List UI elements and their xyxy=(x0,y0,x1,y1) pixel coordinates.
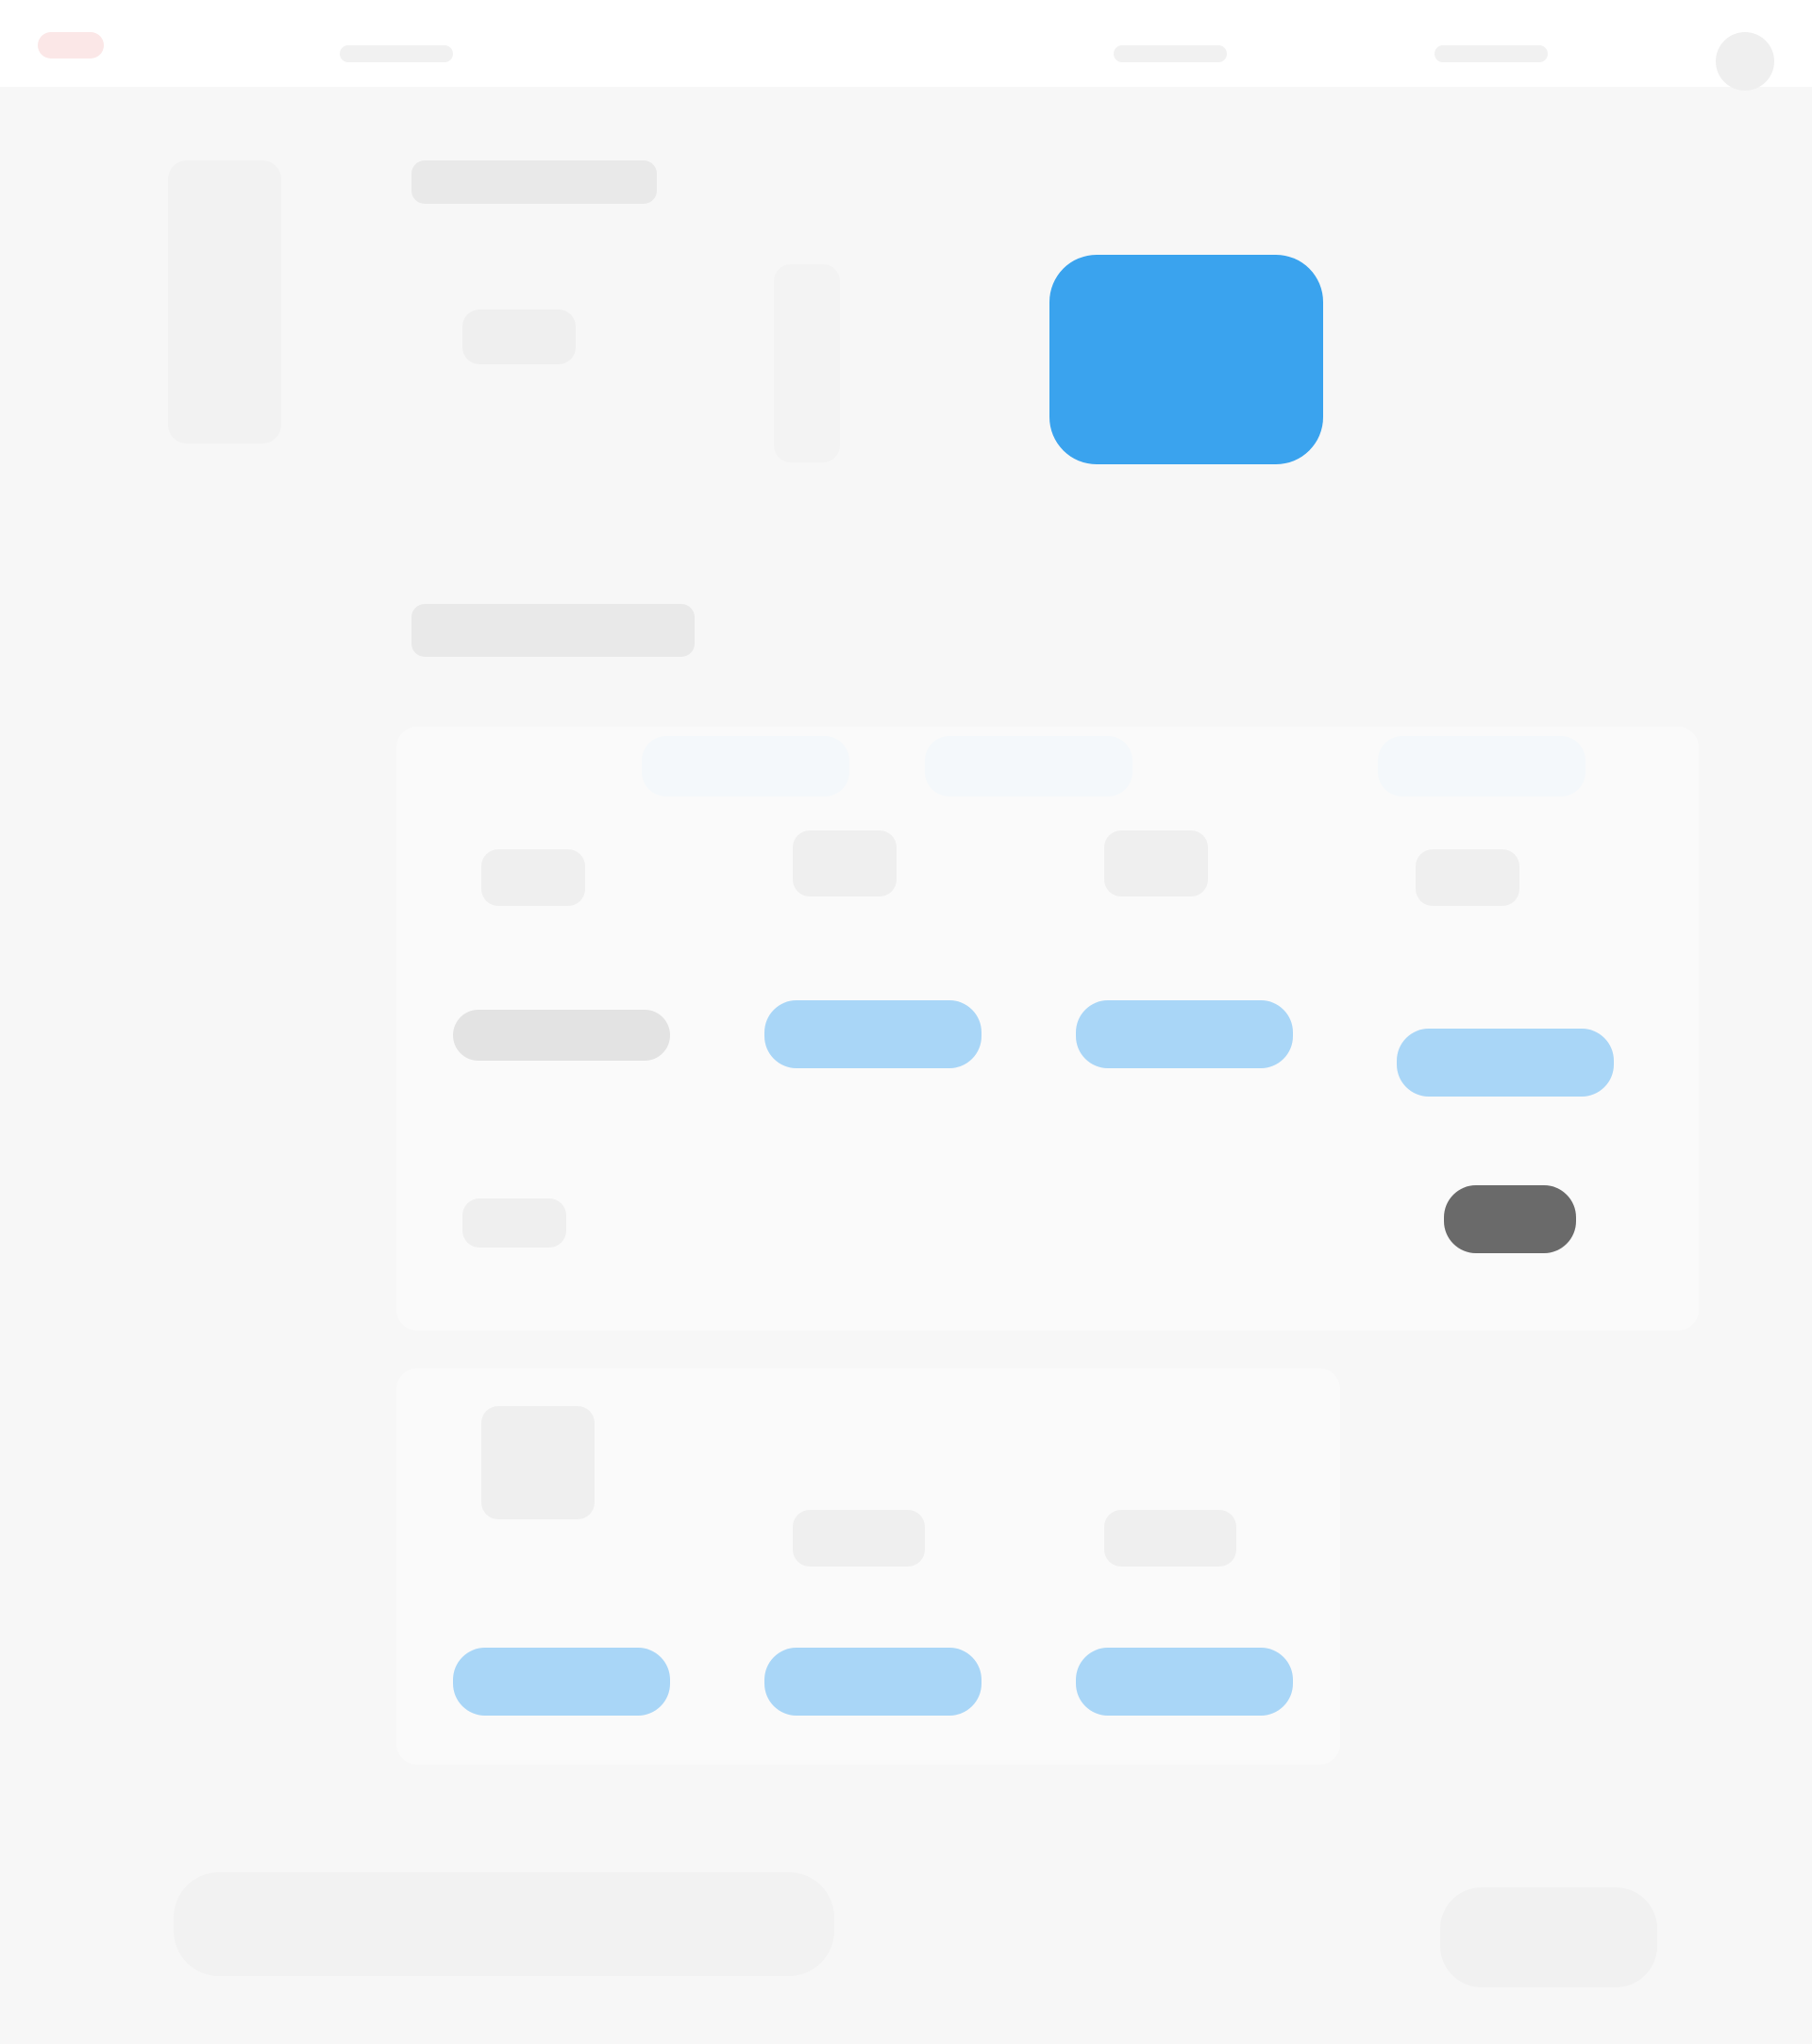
select-plan-button[interactable] xyxy=(764,1648,982,1716)
text-block xyxy=(462,310,576,364)
row-label xyxy=(462,1198,566,1248)
nav-link[interactable] xyxy=(1434,45,1548,62)
primary-button[interactable] xyxy=(1049,255,1323,464)
plan-name xyxy=(481,1406,595,1519)
plan-name xyxy=(481,849,585,906)
nav-link[interactable] xyxy=(340,45,453,62)
top-accent xyxy=(38,32,104,59)
select-plan-button[interactable] xyxy=(453,1648,670,1716)
plan-price xyxy=(1104,830,1208,896)
plan-header xyxy=(1378,736,1586,796)
plan-card xyxy=(396,1368,1340,1765)
plan-price xyxy=(793,1510,925,1567)
nav-link[interactable] xyxy=(1114,45,1227,62)
sidebar-icon xyxy=(168,160,281,444)
select-plan-button[interactable] xyxy=(764,1000,982,1068)
plan-header xyxy=(925,736,1132,796)
select-plan-button[interactable] xyxy=(1397,1029,1614,1097)
row-label xyxy=(453,1010,670,1061)
plan-header xyxy=(642,736,849,796)
status-badge xyxy=(1444,1185,1576,1253)
page-root xyxy=(0,0,1812,2044)
plan-card xyxy=(396,727,1699,1331)
plan-price xyxy=(793,830,897,896)
section-title xyxy=(411,604,695,657)
plan-price xyxy=(1104,1510,1236,1567)
footer-button[interactable] xyxy=(1440,1887,1657,1987)
section-title xyxy=(411,160,657,204)
top-bar xyxy=(0,0,1812,91)
select-plan-button[interactable] xyxy=(1076,1648,1293,1716)
select-plan-button[interactable] xyxy=(1076,1000,1293,1068)
text-block xyxy=(774,264,840,462)
footer-input[interactable] xyxy=(174,1872,834,1976)
plan-price xyxy=(1416,849,1519,906)
avatar[interactable] xyxy=(1716,32,1774,91)
